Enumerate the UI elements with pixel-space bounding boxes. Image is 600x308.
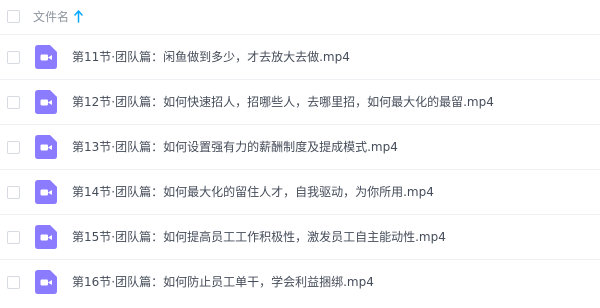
file-checkbox[interactable] (7, 186, 20, 199)
file-name[interactable]: 第13节·团队篇：如何设置强有力的薪酬制度及提成模式.mp4 (72, 139, 398, 155)
file-row[interactable]: 第14节·团队篇：如何最大化的留住人才，自我驱动，为你所用.mp4 (0, 169, 600, 214)
file-list-header: 文件名 (0, 0, 600, 34)
file-checkbox[interactable] (7, 141, 20, 154)
file-name[interactable]: 第16节·团队篇：如何防止员工单干，学会利益捆绑.mp4 (72, 274, 374, 290)
file-name[interactable]: 第15节·团队篇：如何提高员工工作积极性，激发员工自主能动性.mp4 (72, 229, 446, 245)
video-file-icon (35, 225, 57, 249)
file-row[interactable]: 第11节·团队篇：闲鱼做到多少，才去放大去做.mp4 (0, 34, 600, 79)
filename-column-header[interactable]: 文件名 (33, 9, 69, 25)
select-all-checkbox[interactable] (7, 10, 20, 23)
video-file-icon (35, 135, 57, 159)
video-file-icon (35, 180, 57, 204)
file-name[interactable]: 第12节·团队篇：如何快速招人，招哪些人，去哪里招，如何最大化的最留.mp4 (72, 94, 494, 110)
file-row[interactable]: 第15节·团队篇：如何提高员工工作积极性，激发员工自主能动性.mp4 (0, 214, 600, 259)
file-row[interactable]: 第12节·团队篇：如何快速招人，招哪些人，去哪里招，如何最大化的最留.mp4 (0, 79, 600, 124)
file-name[interactable]: 第11节·团队篇：闲鱼做到多少，才去放大去做.mp4 (72, 49, 350, 65)
file-checkbox[interactable] (7, 96, 20, 109)
file-row[interactable]: 第16节·团队篇：如何防止员工单干，学会利益捆绑.mp4 (0, 259, 600, 304)
video-file-icon (35, 270, 57, 294)
arrow-up-icon[interactable] (74, 10, 83, 23)
file-name[interactable]: 第14节·团队篇：如何最大化的留住人才，自我驱动，为你所用.mp4 (72, 184, 434, 200)
file-checkbox[interactable] (7, 231, 20, 244)
video-file-icon (35, 45, 57, 69)
file-checkbox[interactable] (7, 276, 20, 289)
file-row[interactable]: 第13节·团队篇：如何设置强有力的薪酬制度及提成模式.mp4 (0, 124, 600, 169)
video-file-icon (35, 90, 57, 114)
file-checkbox[interactable] (7, 51, 20, 64)
file-list: 文件名 第11节·团队篇：闲鱼做到多少，才去放大去做.mp4 第12节·团队篇：… (0, 0, 600, 308)
